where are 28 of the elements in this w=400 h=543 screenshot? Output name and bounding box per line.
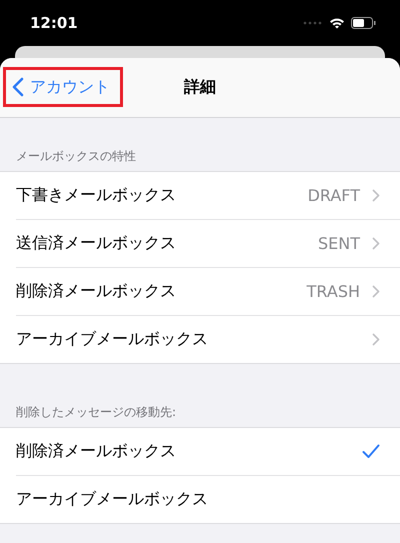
chevron-right-icon [372,333,380,346]
list-row[interactable]: 下書きメールボックス DRAFT [16,172,400,220]
row-value: TRASH [306,282,360,301]
screen-title: 詳細 [184,77,216,98]
list-row[interactable]: 削除済メールボックス [16,428,400,476]
row-label: アーカイブメールボックス [16,489,209,510]
chevron-left-icon [12,77,24,97]
list-row[interactable]: アーカイブメールボックス [16,476,400,523]
section-header: 削除したメッセージの移動先: [15,404,178,421]
list-row[interactable]: 削除済メールボックス TRASH [16,268,400,316]
list-row[interactable]: 送信済メールボックス SENT [16,220,400,268]
wifi-icon [329,17,345,29]
status-time: 12:01 [30,14,78,32]
row-value: DRAFT [308,186,360,205]
chevron-right-icon [372,237,380,250]
row-label: アーカイブメールボックス [16,329,209,350]
signal-dots-icon [303,21,323,25]
section-header: メールボックスの特性 [15,148,137,165]
row-label: 削除済メールボックス [16,281,177,302]
row-label: 下書きメールボックス [16,185,177,206]
row-value: SENT [318,234,360,253]
battery-icon [351,17,376,29]
list-row[interactable]: アーカイブメールボックス [16,316,400,363]
chevron-right-icon [372,285,380,298]
chevron-right-icon [372,189,380,202]
row-label: 送信済メールボックス [16,233,177,254]
back-button[interactable]: アカウント [3,67,123,107]
row-label: 削除済メールボックス [16,441,177,462]
